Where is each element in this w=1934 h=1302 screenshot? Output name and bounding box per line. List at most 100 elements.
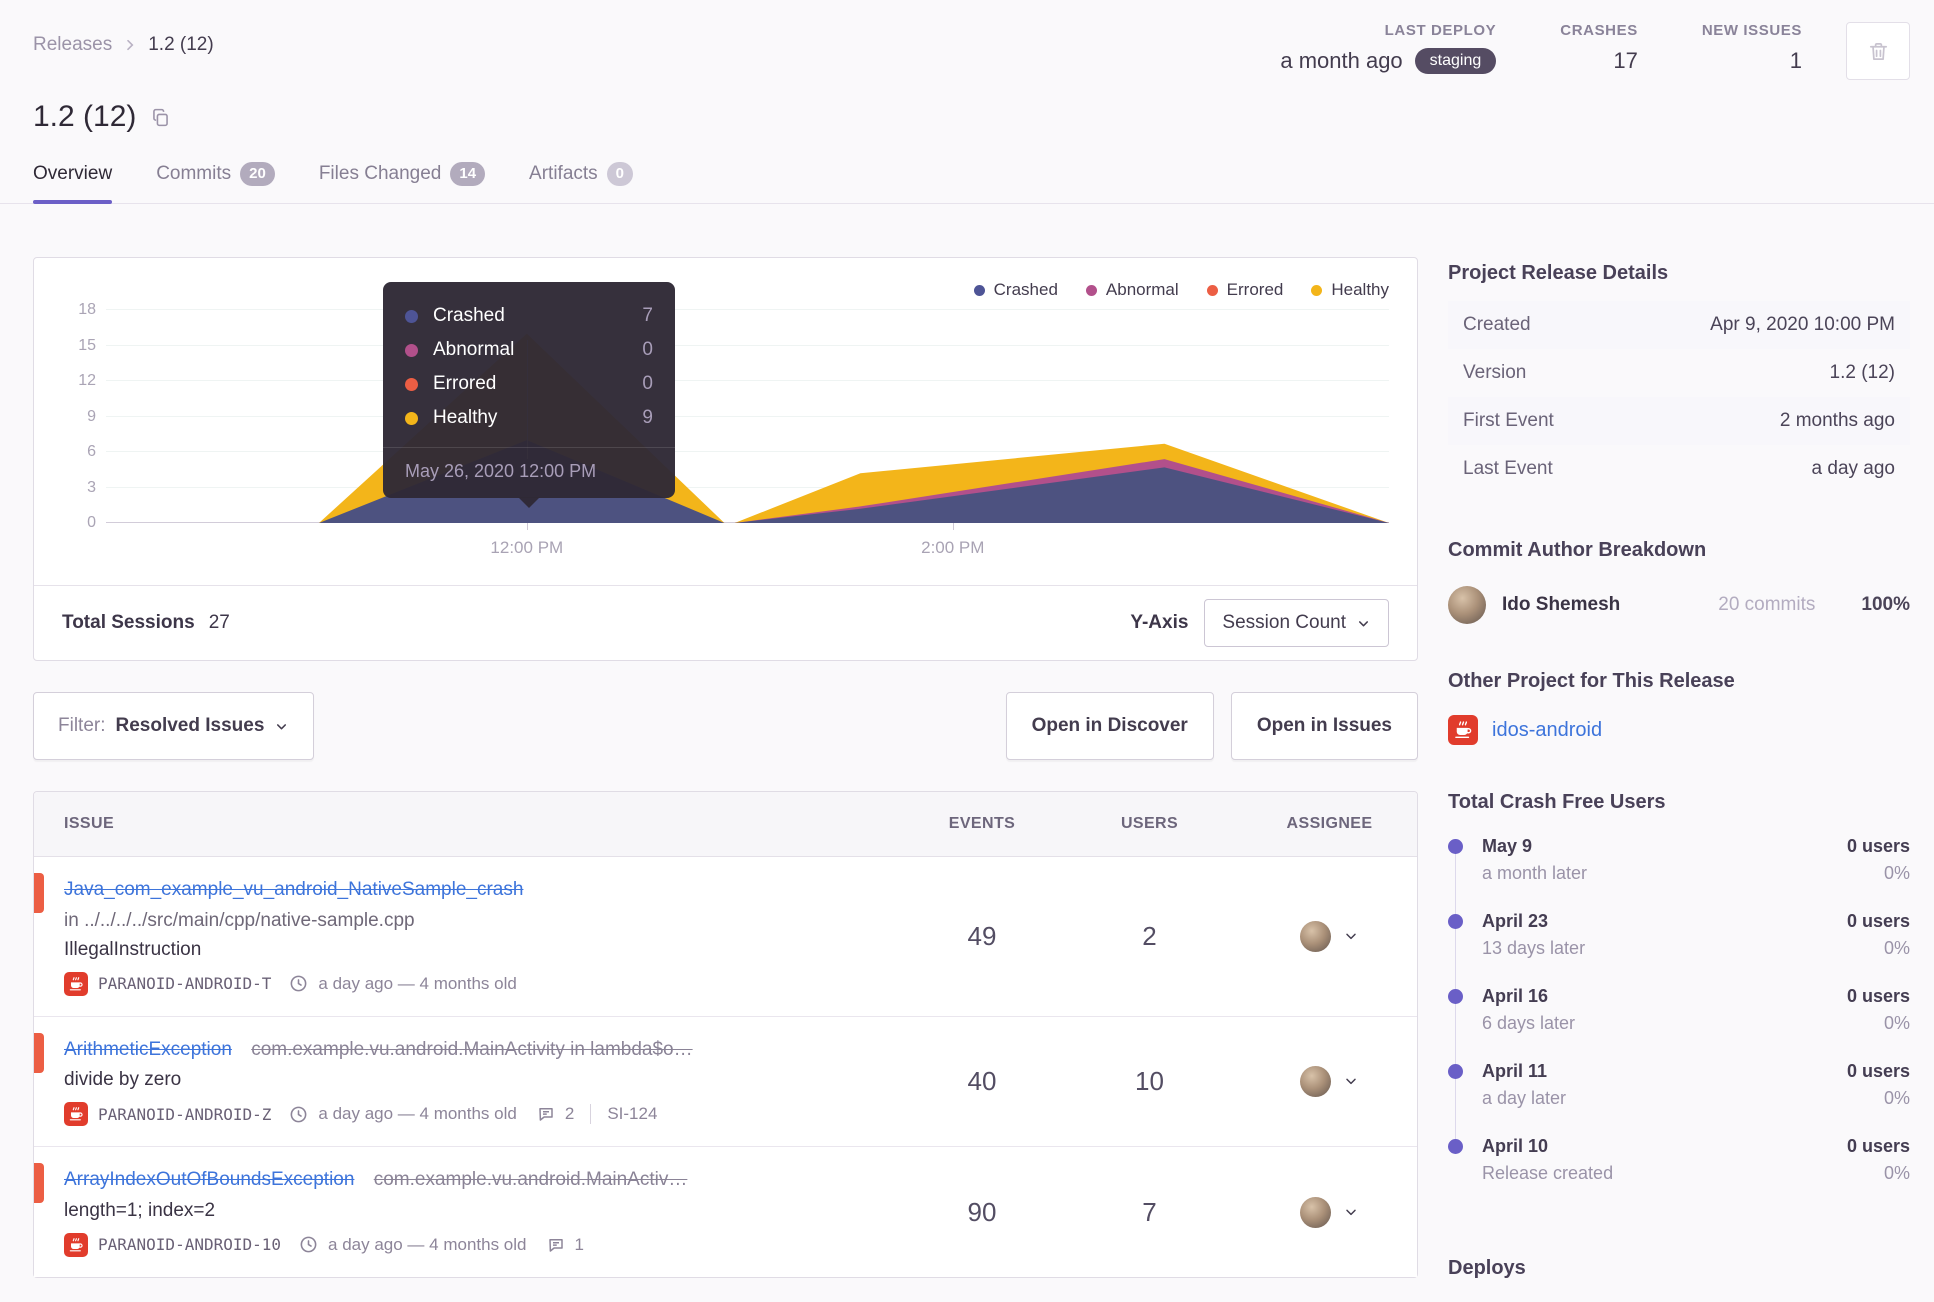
crashes-label: CRASHES bbox=[1560, 22, 1638, 39]
author-avatar bbox=[1448, 586, 1486, 624]
tooltip-row-crashed: Crashed 7 bbox=[405, 299, 653, 333]
legend-item-crashed[interactable]: Crashed bbox=[973, 280, 1058, 300]
yaxis-selected-value: Session Count bbox=[1222, 612, 1346, 633]
tab-overview[interactable]: Overview bbox=[33, 162, 113, 204]
column-header-issue: ISSUE bbox=[64, 815, 115, 832]
error-level-indicator bbox=[34, 873, 44, 913]
timeline-date: April 10 bbox=[1482, 1136, 1549, 1156]
timeline-item: April 11 a day later 0 users 0% bbox=[1448, 1061, 1910, 1144]
timeline-item: April 16 6 days later 0 users 0% bbox=[1448, 986, 1910, 1069]
detail-row-first-event: First Event 2 months ago bbox=[1448, 397, 1910, 445]
project-slug[interactable]: PARANOID-ANDROID-Z bbox=[98, 1105, 271, 1124]
yaxis-select[interactable]: Session Count bbox=[1204, 599, 1389, 647]
tab-files-changed[interactable]: Files Changed 14 bbox=[319, 162, 486, 203]
assignee-selector[interactable] bbox=[1242, 1065, 1417, 1097]
tab-commits[interactable]: Commits 20 bbox=[156, 162, 275, 203]
timeline-item: April 10 Release created 0 users 0% bbox=[1448, 1136, 1910, 1211]
open-in-issues-button[interactable]: Open in Issues bbox=[1230, 692, 1418, 760]
issue-title-link[interactable]: ArrayIndexOutOfBoundsException bbox=[64, 1169, 354, 1190]
assignee-selector[interactable] bbox=[1242, 1196, 1417, 1228]
detail-label: First Event bbox=[1463, 410, 1554, 431]
legend-item-errored[interactable]: Errored bbox=[1206, 280, 1284, 300]
issue-message: divide by zero bbox=[64, 1069, 182, 1091]
issue-title-link[interactable]: ArithmeticException bbox=[64, 1039, 232, 1060]
abnormal-legend-dot bbox=[1085, 284, 1097, 296]
project-slug[interactable]: PARANOID-ANDROID-T bbox=[98, 974, 271, 993]
timeline-subtitle: a month later bbox=[1482, 863, 1588, 883]
commit-author-breakdown-section: Commit Author Breakdown Ido Shemesh 20 c… bbox=[1448, 539, 1910, 624]
author-commit-count: 20 commits bbox=[1718, 594, 1816, 615]
assignee-avatar bbox=[1300, 920, 1331, 952]
other-project-link[interactable]: idos-android bbox=[1492, 719, 1602, 742]
issue-message: length=1; index=2 bbox=[64, 1199, 216, 1221]
filter-label: Filter: bbox=[58, 715, 106, 736]
chart-tooltip: Crashed 7 Abnormal 0 Errored 0 Healthy 9… bbox=[383, 282, 675, 508]
crash-free-timeline: May 9 a month later 0 users 0% April 23 … bbox=[1448, 836, 1910, 1211]
errored-legend-label: Errored bbox=[1226, 280, 1284, 299]
tooltip-abnormal-value: 0 bbox=[642, 339, 653, 360]
detail-label: Last Event bbox=[1463, 458, 1553, 479]
tooltip-row-errored: Errored 0 bbox=[405, 367, 653, 401]
issue-row-native-sample-crash: Java_com_example_vu_android_NativeSample… bbox=[34, 857, 1417, 1017]
issue-culprit: com.example.vu.android.MainActivity in l… bbox=[251, 1038, 693, 1060]
copy-icon bbox=[150, 107, 171, 128]
main-column: Crashed Abnormal Errored Healthy 0 3 6 9… bbox=[33, 257, 1418, 1302]
issue-title-link[interactable]: Java_com_example_vu_android_NativeSample… bbox=[64, 879, 523, 900]
timeline-subtitle: a day later bbox=[1482, 1088, 1567, 1108]
crashed-dot-icon bbox=[405, 309, 418, 323]
section-heading: Other Project for This Release bbox=[1448, 670, 1735, 692]
breadcrumb-releases-link[interactable]: Releases bbox=[33, 34, 112, 56]
issue-users-count: 7 bbox=[1142, 1196, 1157, 1227]
crashed-legend-label: Crashed bbox=[993, 280, 1058, 299]
timeline-percent: 0% bbox=[1883, 938, 1910, 958]
healthy-legend-label: Healthy bbox=[1331, 280, 1389, 299]
chart-plot-area bbox=[106, 309, 1389, 523]
x-axis-tick-label: 12:00 PM bbox=[490, 538, 564, 557]
tab-artifacts[interactable]: Artifacts 0 bbox=[529, 162, 634, 203]
breadcrumb-current: 1.2 (12) bbox=[148, 34, 214, 55]
timeline-subtitle: Release created bbox=[1482, 1163, 1614, 1183]
error-level-indicator bbox=[34, 1163, 44, 1204]
assignee-avatar bbox=[1300, 1196, 1331, 1228]
tooltip-errored-value: 0 bbox=[642, 373, 653, 394]
legend-item-abnormal[interactable]: Abnormal bbox=[1085, 280, 1179, 300]
commits-count-badge: 20 bbox=[240, 162, 275, 186]
chevron-down-icon bbox=[1343, 1073, 1359, 1089]
errored-legend-dot bbox=[1206, 284, 1218, 296]
comments-count: 2 bbox=[564, 1104, 575, 1124]
timeline-users: 0 users bbox=[1846, 1136, 1910, 1156]
timeline-users: 0 users bbox=[1846, 986, 1910, 1006]
divider bbox=[590, 1104, 592, 1125]
delete-release-button[interactable] bbox=[1846, 22, 1910, 80]
timeline-dot-icon bbox=[1448, 989, 1463, 1004]
tab-artifacts-label: Artifacts bbox=[529, 163, 598, 184]
issues-filter-select[interactable]: Filter: Resolved Issues bbox=[33, 692, 315, 760]
y-axis-labels: 0 3 6 9 12 15 18 bbox=[34, 301, 96, 531]
timeline-percent: 0% bbox=[1883, 1163, 1910, 1183]
detail-value: 2 months ago bbox=[1779, 410, 1895, 431]
author-percent: 100% bbox=[1861, 594, 1910, 615]
stat-crashes: CRASHES 17 bbox=[1560, 22, 1638, 74]
legend-item-healthy[interactable]: Healthy bbox=[1311, 280, 1389, 300]
detail-label: Version bbox=[1463, 362, 1527, 383]
timeline-percent: 0% bbox=[1883, 863, 1910, 883]
new-issues-label: NEW ISSUES bbox=[1701, 22, 1802, 39]
release-tabs: Overview Commits 20 Files Changed 14 Art… bbox=[0, 162, 1934, 204]
timeline-subtitle: 13 days later bbox=[1482, 938, 1586, 958]
tooltip-abnormal-label: Abnormal bbox=[433, 339, 515, 360]
detail-value: Apr 9, 2020 10:00 PM bbox=[1710, 314, 1895, 335]
chevron-down-icon bbox=[1343, 928, 1359, 944]
java-project-icon bbox=[64, 1232, 88, 1257]
timeline-date: May 9 bbox=[1482, 836, 1533, 856]
tab-overview-label: Overview bbox=[33, 163, 113, 184]
issue-location: in ../../../../src/main/cpp/native-sampl… bbox=[64, 909, 415, 931]
detail-row-created: Created Apr 9, 2020 10:00 PM bbox=[1448, 301, 1910, 349]
assignee-avatar bbox=[1300, 1065, 1331, 1097]
copy-version-button[interactable] bbox=[150, 107, 171, 128]
yaxis-label: Y-Axis bbox=[1130, 612, 1189, 633]
timeline-date: April 11 bbox=[1482, 1061, 1548, 1081]
project-slug[interactable]: PARANOID-ANDROID-10 bbox=[98, 1235, 281, 1254]
assignee-selector[interactable] bbox=[1242, 920, 1417, 952]
open-in-discover-button[interactable]: Open in Discover bbox=[1005, 692, 1214, 760]
total-crash-free-users-section: Total Crash Free Users May 9 a month lat… bbox=[1448, 791, 1910, 1211]
